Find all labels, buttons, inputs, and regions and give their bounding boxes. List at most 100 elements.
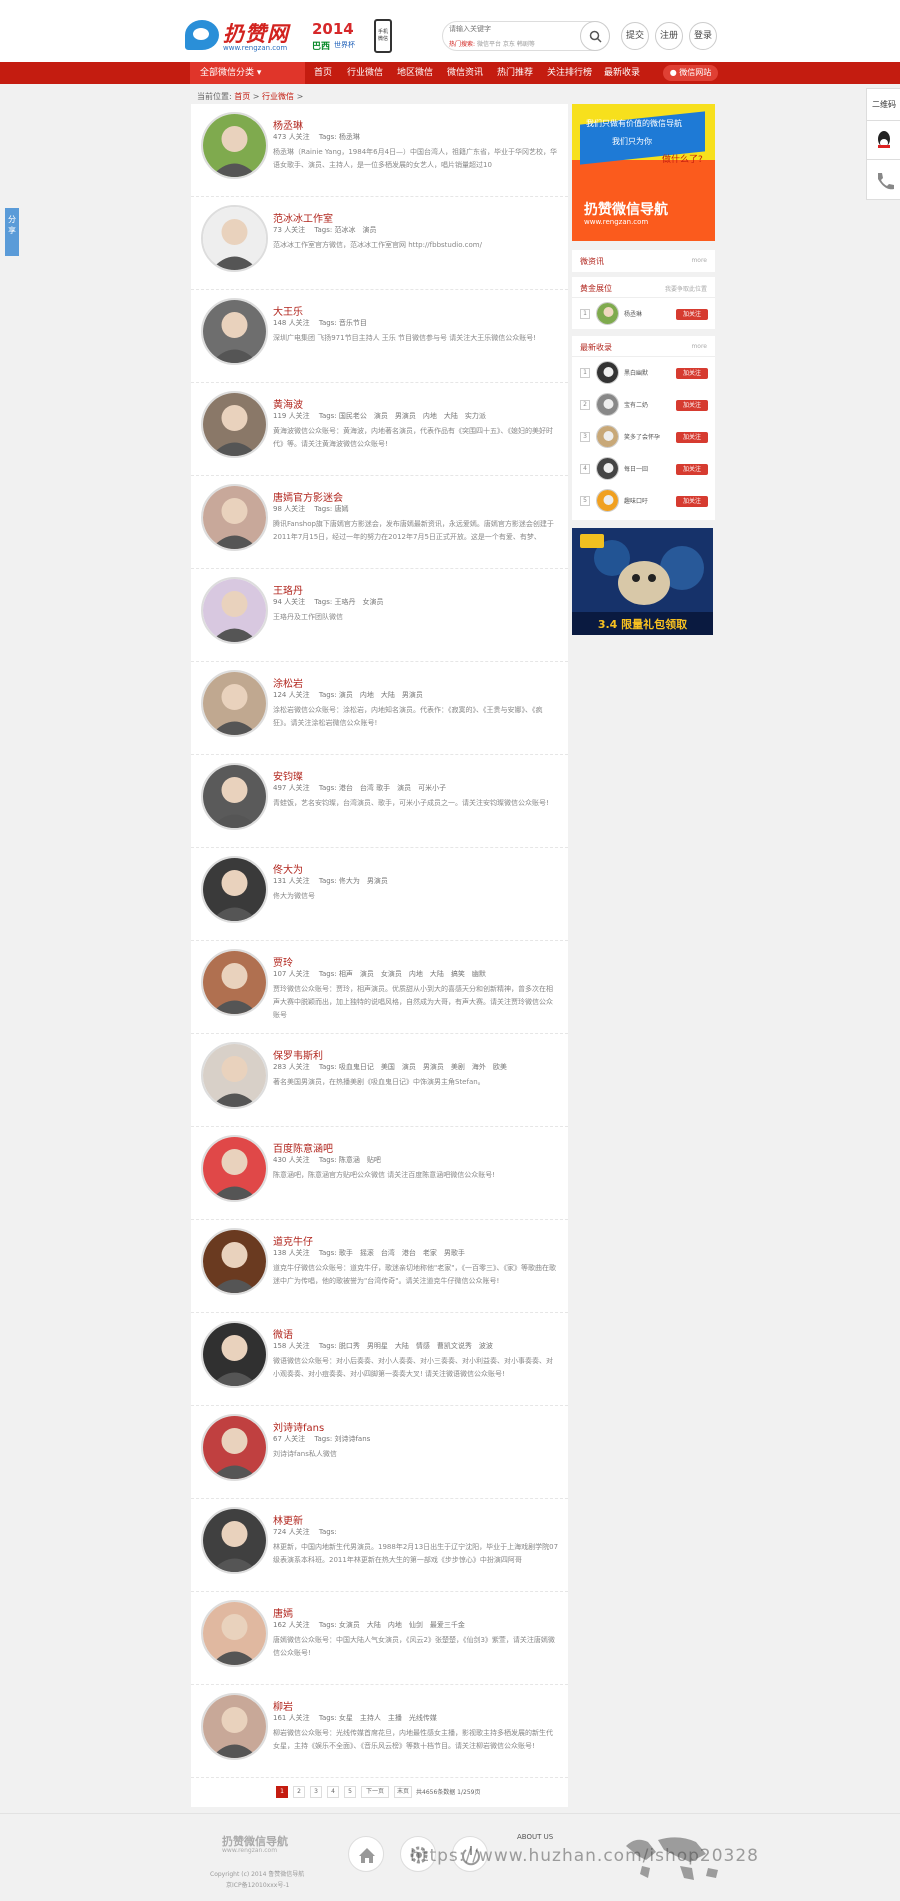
avatar[interactable] bbox=[201, 298, 268, 365]
account-name[interactable]: 大王乐 bbox=[273, 303, 303, 318]
list-item[interactable]: 杨丞琳 473 人关注 Tags: 杨丞琳 杨丞琳（Rainie Yang，1984… bbox=[191, 104, 568, 197]
account-name[interactable]: 保罗韦斯利 bbox=[273, 1047, 323, 1062]
follow-button[interactable]: 加关注 bbox=[676, 496, 708, 507]
list-item[interactable]: 贾玲 107 人关注 Tags: 相声 演员 女演员 内地 大陆 搞笑 幽默 贾玲微… bbox=[191, 941, 568, 1034]
page-1[interactable]: 1 bbox=[276, 1786, 288, 1798]
list-item[interactable]: 保罗韦斯利 283 人关注 Tags: 吸血鬼日记 美国 演员 男演员 美剧 海外… bbox=[191, 1034, 568, 1127]
nav-item-industry[interactable]: 行业微信 bbox=[347, 62, 383, 84]
sidebar-ad-banner[interactable]: 我们只做有价值的微信导航 我们只为你 做什么了? 扔赞微信导航 www.reng… bbox=[572, 104, 715, 241]
list-item[interactable]: 范冰冰工作室 73 人关注 Tags: 范冰冰 演员 范冰冰工作室官方微信，范冰冰工… bbox=[191, 197, 568, 290]
avatar[interactable] bbox=[201, 577, 268, 644]
gold-row[interactable]: 1 杨丞琳 加关注 bbox=[580, 302, 708, 326]
account-name[interactable]: 佟大为 bbox=[273, 861, 303, 876]
wechat-site-button[interactable]: ● 微信网站 bbox=[663, 65, 718, 81]
list-item[interactable]: 道克牛仔 138 人关注 Tags: 歌手 摇滚 台湾 港台 老家 男歌手 道克牛仔… bbox=[191, 1220, 568, 1313]
search-button[interactable] bbox=[580, 21, 610, 51]
page-3[interactable]: 3 bbox=[310, 1786, 322, 1798]
account-name[interactable]: 安钧璨 bbox=[273, 768, 303, 783]
list-item[interactable]: 微语 158 人关注 Tags: 脱口秀 男明星 大陆 情感 曹凯文说秀 波波 微语… bbox=[191, 1313, 568, 1406]
submit-button[interactable]: 提交 bbox=[621, 22, 649, 50]
list-item[interactable]: 大王乐 148 人关注 Tags: 音乐节目 深圳广电集团 飞扬971节目主持人 王… bbox=[191, 290, 568, 383]
avatar[interactable] bbox=[201, 1228, 268, 1295]
avatar[interactable] bbox=[201, 205, 268, 272]
account-name[interactable]: 林更新 bbox=[273, 1512, 303, 1527]
account-name[interactable]: 范冰冰工作室 bbox=[273, 210, 333, 225]
breadcrumb-home[interactable]: 首页 bbox=[234, 92, 250, 101]
follow-button[interactable]: 加关注 bbox=[676, 400, 708, 411]
list-item[interactable]: 柳岩 161 人关注 Tags: 女星 主持人 主播 光线传媒 柳岩微信公众账号：光… bbox=[191, 1685, 568, 1778]
list-item[interactable]: 黄海波 119 人关注 Tags: 国民老公 演员 男演员 内地 大陆 实力派 黄海… bbox=[191, 383, 568, 476]
register-button[interactable]: 注册 bbox=[655, 22, 683, 50]
account-name[interactable]: 黄海波 bbox=[273, 396, 303, 411]
list-item[interactable]: 涂松岩 124 人关注 Tags: 演员 内地 大陆 男演员 涂松岩微信公众账号：涂… bbox=[191, 662, 568, 755]
search-input[interactable] bbox=[449, 25, 579, 33]
nav-item-news[interactable]: 微信资讯 bbox=[447, 62, 483, 84]
account-name[interactable]: 百度陈意涵吧 bbox=[273, 1140, 333, 1155]
list-item[interactable]: 林更新 724 人关注 Tags: 林更新，中国内地新生代男演员。1988年2月13… bbox=[191, 1499, 568, 1592]
list-item[interactable]: 佟大为 131 人关注 Tags: 佟大为 男演员 佟大为微信号 bbox=[191, 848, 568, 941]
nav-item-region[interactable]: 地区微信 bbox=[397, 62, 433, 84]
nav-item-home[interactable]: 首页 bbox=[314, 62, 332, 84]
hot-term[interactable]: 韩剧等 bbox=[517, 41, 535, 48]
avatar[interactable] bbox=[201, 1414, 268, 1481]
account-name[interactable]: 唐嫣 bbox=[273, 1605, 293, 1620]
follow-button[interactable]: 加关注 bbox=[676, 432, 708, 443]
avatar[interactable] bbox=[201, 949, 268, 1016]
breadcrumb-section[interactable]: 行业微信 bbox=[262, 92, 294, 101]
news-more[interactable]: more bbox=[691, 257, 707, 264]
qr-code-button[interactable]: 二维码 bbox=[867, 89, 900, 121]
list-item[interactable]: 安钧璨 497 人关注 Tags: 港台 台湾 歌手 演员 可米小子 青蛙饭，艺名安… bbox=[191, 755, 568, 848]
gold-more[interactable]: 我要争取此位置 bbox=[665, 284, 707, 293]
home-button[interactable] bbox=[348, 1836, 384, 1872]
login-button[interactable]: 登录 bbox=[689, 22, 717, 50]
nav-item-ranking[interactable]: 关注排行榜 bbox=[547, 62, 592, 84]
qq-button[interactable] bbox=[867, 122, 900, 160]
category-dropdown[interactable]: 全部微信分类 ▾ bbox=[190, 62, 305, 84]
avatar[interactable] bbox=[201, 856, 268, 923]
mobile-wechat-icon[interactable]: 手机微信 bbox=[374, 19, 392, 53]
follow-button[interactable]: 加关注 bbox=[676, 309, 708, 320]
list-item[interactable]: 王珞丹 94 人关注 Tags: 王珞丹 女演员 王珞丹及工作团队微信 bbox=[191, 569, 568, 662]
avatar[interactable] bbox=[201, 1135, 268, 1202]
site-logo[interactable]: 扔赞网 www.rengzan.com bbox=[185, 20, 290, 52]
account-name[interactable]: 王珞丹 bbox=[273, 582, 303, 597]
nav-item-hot[interactable]: 热门推荐 bbox=[497, 62, 533, 84]
account-name[interactable]: 唐嫣官方影迷会 bbox=[273, 489, 343, 504]
game-ad-banner[interactable]: 3.4 限量礼包领取 bbox=[572, 528, 713, 635]
latest-row[interactable]: 3 笑多了会怀孕 加关注 bbox=[580, 425, 708, 449]
account-name[interactable]: 贾玲 bbox=[273, 954, 293, 969]
page-2[interactable]: 2 bbox=[293, 1786, 305, 1798]
latest-row[interactable]: 1 黑白幽默 加关注 bbox=[580, 361, 708, 385]
list-item[interactable]: 唐嫣官方影迷会 98 人关注 Tags: 唐嫣 腾讯Fanshop旗下唐嫣官方影迷会… bbox=[191, 476, 568, 569]
hot-term[interactable]: 京东 bbox=[503, 41, 515, 48]
account-name[interactable]: 涂松岩 bbox=[273, 675, 303, 690]
latest-row[interactable]: 2 宝有二奶 加关注 bbox=[580, 393, 708, 417]
share-tab[interactable]: 分享 bbox=[5, 208, 19, 256]
page-5[interactable]: 5 bbox=[344, 1786, 356, 1798]
avatar[interactable] bbox=[201, 670, 268, 737]
page-4[interactable]: 4 bbox=[327, 1786, 339, 1798]
list-item[interactable]: 刘诗诗fans 67 人关注 Tags: 刘诗诗fans 刘诗诗fans私人微信 bbox=[191, 1406, 568, 1499]
avatar[interactable] bbox=[201, 112, 268, 179]
list-item[interactable]: 百度陈意涵吧 430 人关注 Tags: 陈意涵 贴吧 陈意涵吧，陈意涵官方贴吧公众… bbox=[191, 1127, 568, 1220]
account-name[interactable]: 微语 bbox=[273, 1326, 293, 1341]
avatar[interactable] bbox=[201, 484, 268, 551]
account-name[interactable]: 杨丞琳 bbox=[273, 117, 303, 132]
list-item[interactable]: 唐嫣 162 人关注 Tags: 女演员 大陆 内地 仙剑 最爱三千金 唐嫣微信公众… bbox=[191, 1592, 568, 1685]
next-page[interactable]: 下一页 bbox=[361, 1786, 389, 1798]
phone-button[interactable] bbox=[867, 161, 900, 201]
worldcup-badge[interactable]: 2014 巴西 世界杯 bbox=[312, 20, 362, 52]
follow-button[interactable]: 加关注 bbox=[676, 464, 708, 475]
account-name[interactable]: 刘诗诗fans bbox=[273, 1419, 324, 1434]
avatar[interactable] bbox=[201, 1042, 268, 1109]
avatar[interactable] bbox=[201, 391, 268, 458]
latest-row[interactable]: 5 趣味口吁 加关注 bbox=[580, 489, 708, 513]
nav-item-latest[interactable]: 最新收录 bbox=[604, 62, 640, 84]
latest-row[interactable]: 4 每日一囧 加关注 bbox=[580, 457, 708, 481]
account-name[interactable]: 柳岩 bbox=[273, 1698, 293, 1713]
avatar[interactable] bbox=[201, 1507, 268, 1574]
about-us-link[interactable]: ABOUT US bbox=[517, 1833, 553, 1841]
avatar[interactable] bbox=[201, 763, 268, 830]
avatar[interactable] bbox=[201, 1693, 268, 1760]
avatar[interactable] bbox=[201, 1321, 268, 1388]
